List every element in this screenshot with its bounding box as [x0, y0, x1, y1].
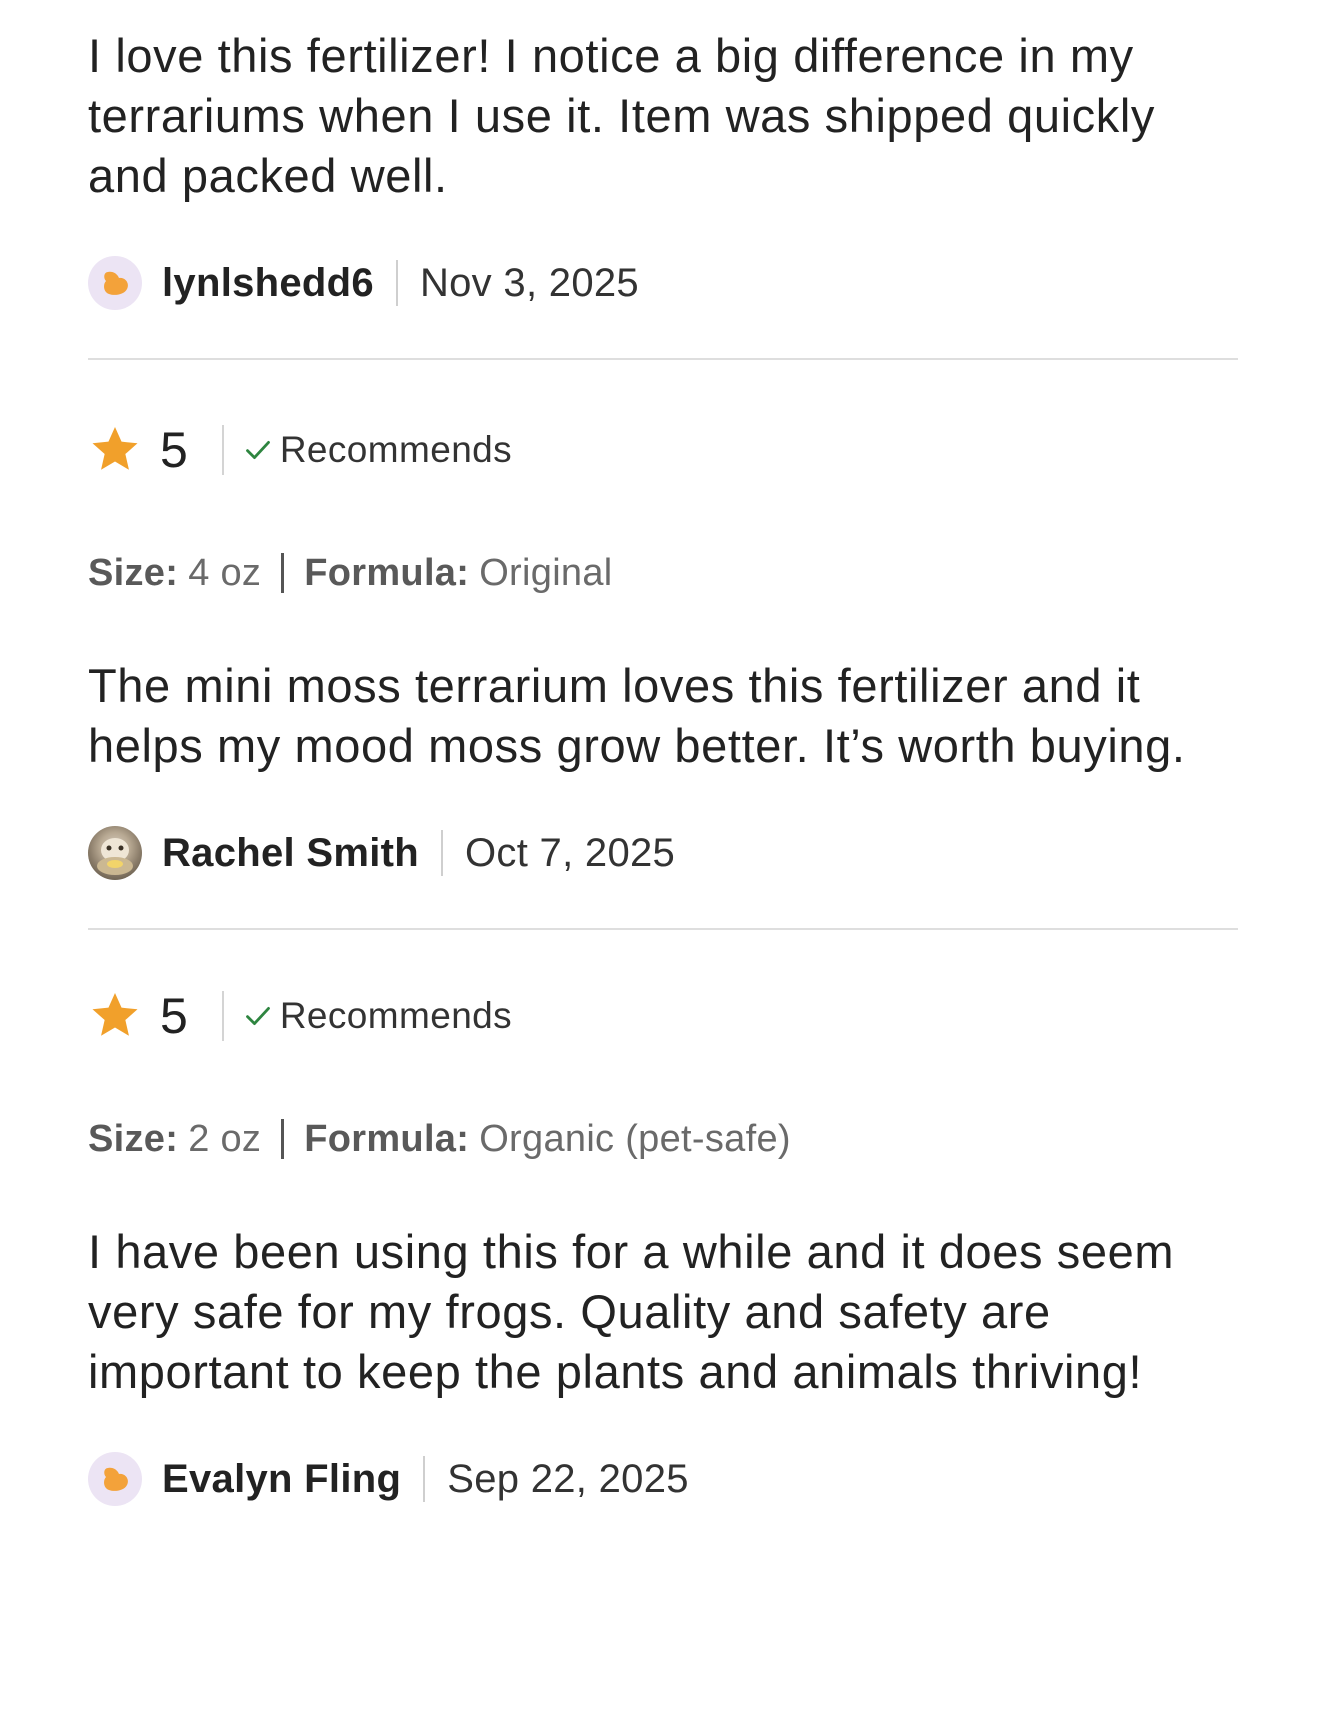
formula-value: Original [479, 551, 613, 594]
reviews-list: I love this fertilizer! I notice a big d… [88, 26, 1238, 1506]
reviews-page: I love this fertilizer! I notice a big d… [0, 0, 1320, 1722]
star-icon [92, 993, 138, 1036]
author-name[interactable]: Rachel Smith [162, 831, 419, 876]
default-avatar-icon[interactable] [88, 1452, 142, 1506]
review-divider [88, 928, 1238, 930]
review-item: 5 Recommends Size: 4 oz Formula: Origina… [88, 420, 1238, 880]
review-date: Sep 22, 2025 [447, 1456, 689, 1501]
review-date: Oct 7, 2025 [465, 830, 676, 875]
rating-value: 5 [160, 422, 188, 478]
author-name[interactable]: Evalyn Fling [162, 1457, 401, 1502]
user-photo-avatar[interactable] [88, 826, 142, 880]
size-label: Size: [88, 551, 179, 594]
review-divider [88, 358, 1238, 360]
review-item: I love this fertilizer! I notice a big d… [88, 26, 1238, 310]
separator [395, 260, 398, 306]
review-text: I have been using this for a while and i… [88, 1225, 1175, 1398]
review-date: Nov 3, 2025 [419, 260, 639, 305]
default-avatar-icon[interactable] [88, 256, 142, 310]
review-item: 5 Recommends Size: 2 oz Formula: Organic… [88, 986, 1238, 1506]
size-value: 2 oz [188, 1117, 262, 1160]
separator [281, 553, 285, 593]
separator [221, 991, 224, 1041]
author-name[interactable]: lynlshedd6 [162, 261, 374, 306]
formula-label: Formula: [304, 1117, 470, 1160]
formula-label: Formula: [304, 551, 470, 594]
star-icon [92, 427, 138, 470]
review-text: I love this fertilizer! I notice a big d… [88, 29, 1156, 202]
separator [281, 1119, 285, 1159]
check-icon [245, 1007, 270, 1025]
recommends-label: Recommends [279, 429, 513, 470]
separator [221, 425, 224, 475]
size-label: Size: [88, 1117, 179, 1160]
review-author: Evalyn Fling Sep 22, 2025 [88, 1452, 1238, 1506]
check-icon [245, 441, 270, 459]
rating-row: 5 Recommends [88, 986, 1238, 1046]
review-text: The mini moss terrarium loves this ferti… [88, 659, 1186, 772]
separator [441, 830, 443, 876]
size-value: 4 oz [188, 551, 262, 594]
separator [423, 1456, 426, 1502]
variation-info: Size: 2 oz Formula: Organic (pet-safe) [88, 1114, 1238, 1164]
variation-info: Size: 4 oz Formula: Original [88, 548, 1238, 598]
review-author: Rachel Smith Oct 7, 2025 [88, 826, 1238, 880]
review-author: lynlshedd6 Nov 3, 2025 [88, 256, 1238, 310]
rating-row: 5 Recommends [88, 420, 1238, 480]
recommends-label: Recommends [279, 995, 513, 1036]
formula-value: Organic (pet-safe) [479, 1117, 791, 1160]
rating-value: 5 [160, 988, 188, 1044]
